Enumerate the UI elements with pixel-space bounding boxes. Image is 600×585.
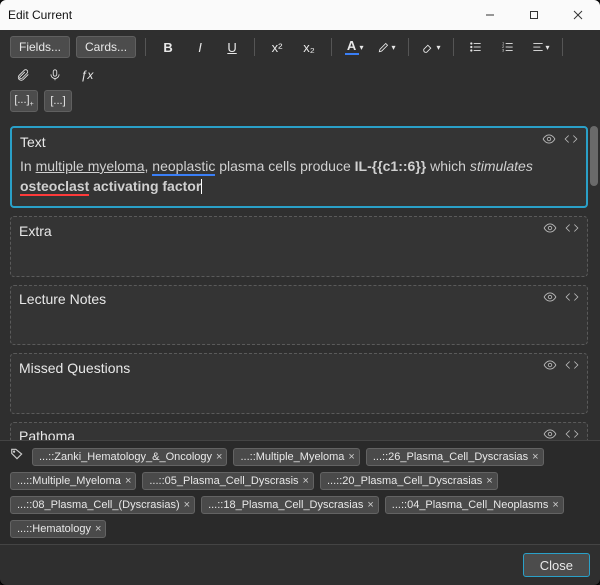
- tag-chip[interactable]: ...::18_Plasma_Cell_Dyscrasias ×: [201, 496, 379, 514]
- tag-text: ...::Multiple_Myeloma: [240, 451, 344, 463]
- tag-text: ...::20_Plasma_Cell_Dyscrasias: [327, 475, 482, 487]
- separator: [254, 38, 255, 56]
- field-label: Lecture Notes: [19, 291, 106, 307]
- tag-text: ...::Multiple_Myeloma: [17, 475, 121, 487]
- edit-current-window: Edit Current Fields... Cards... B I U x²…: [0, 0, 600, 585]
- tag-chip[interactable]: ...::Multiple_Myeloma ×: [10, 472, 136, 490]
- separator: [562, 38, 563, 56]
- field-label: Pathoma: [19, 428, 75, 440]
- tag-chip[interactable]: ...::Zanki_Hematology_&_Oncology ×: [32, 448, 227, 466]
- toggle-html-icon[interactable]: [565, 290, 579, 309]
- tag-remove-icon[interactable]: ×: [532, 451, 538, 463]
- tag-chip[interactable]: ...::05_Plasma_Cell_Dyscrasis ×: [142, 472, 314, 490]
- field-input[interactable]: [11, 242, 587, 276]
- separator: [331, 38, 332, 56]
- field-input[interactable]: [11, 311, 587, 345]
- tag-remove-icon[interactable]: ×: [552, 499, 558, 511]
- field-header: Extra: [11, 217, 587, 242]
- tag-chip[interactable]: ...::04_Plasma_Cell_Neoplasms×: [385, 496, 564, 514]
- tag-remove-icon[interactable]: ×: [348, 451, 354, 463]
- cloze-toolbar: [...]+ [...]: [0, 88, 600, 118]
- cloze-same-button[interactable]: [...]: [44, 90, 72, 112]
- toggle-html-icon[interactable]: [565, 358, 579, 377]
- toggle-visibility-icon[interactable]: [542, 132, 556, 151]
- maximize-button[interactable]: [512, 0, 556, 30]
- tag-text: ...::Zanki_Hematology_&_Oncology: [39, 451, 212, 463]
- equation-button[interactable]: ƒx: [74, 64, 100, 86]
- close-window-button[interactable]: [556, 0, 600, 30]
- toggle-html-icon[interactable]: [565, 427, 579, 440]
- tag-chip[interactable]: ...::Hematology ×: [10, 520, 106, 538]
- field-label: Extra: [19, 223, 52, 239]
- subscript-button[interactable]: x₂: [296, 36, 322, 58]
- field-header: Pathoma: [11, 423, 587, 440]
- tag-text: ...::Hematology: [17, 523, 91, 535]
- unordered-list-button[interactable]: [463, 36, 489, 58]
- separator: [145, 38, 146, 56]
- highlight-button[interactable]: ▾: [373, 36, 399, 58]
- window-controls: [468, 0, 600, 30]
- cloze-new-button[interactable]: [...]+: [10, 90, 38, 112]
- field-input[interactable]: [11, 379, 587, 413]
- bold-button[interactable]: B: [155, 36, 181, 58]
- italic-button[interactable]: I: [187, 36, 213, 58]
- field-missed-questions: Missed Questions: [10, 353, 588, 414]
- tag-text: ...::05_Plasma_Cell_Dyscrasis: [149, 475, 298, 487]
- tag-text: ...::26_Plasma_Cell_Dyscrasias: [373, 451, 528, 463]
- separator: [408, 38, 409, 56]
- tag-text: ...::08_Plasma_Cell_(Dyscrasias): [17, 499, 180, 511]
- attach-button[interactable]: [10, 64, 36, 86]
- field-header: Text: [12, 128, 586, 153]
- superscript-button[interactable]: x²: [264, 36, 290, 58]
- window-title: Edit Current: [8, 8, 468, 22]
- tag-remove-icon[interactable]: ×: [125, 475, 131, 487]
- fields-button[interactable]: Fields...: [10, 36, 70, 58]
- separator: [453, 38, 454, 56]
- tag-text: ...::18_Plasma_Cell_Dyscrasias: [208, 499, 363, 511]
- field-label: Text: [20, 134, 46, 150]
- fields-container: Text In multiple myeloma, neoplastic plas…: [0, 118, 600, 440]
- toggle-visibility-icon[interactable]: [543, 221, 557, 240]
- toggle-visibility-icon[interactable]: [543, 427, 557, 440]
- field-label: Missed Questions: [19, 360, 130, 376]
- tag-chip[interactable]: ...::Multiple_Myeloma ×: [233, 448, 359, 466]
- tag-remove-icon[interactable]: ×: [486, 475, 492, 487]
- field-input[interactable]: In multiple myeloma, neoplastic plasma c…: [12, 153, 586, 206]
- tag-remove-icon[interactable]: ×: [367, 499, 373, 511]
- tag-text: ...::04_Plasma_Cell_Neoplasms: [392, 499, 549, 511]
- field-pathoma: Pathoma: [10, 422, 588, 440]
- alignment-button[interactable]: ▾: [527, 36, 553, 58]
- field-header: Missed Questions: [11, 354, 587, 379]
- tag-icon: [10, 447, 24, 466]
- editor-toolbar: Fields... Cards... B I U x² x₂ A ▾ ▾ ▾: [0, 30, 600, 88]
- tag-remove-icon[interactable]: ×: [95, 523, 101, 535]
- cards-button[interactable]: Cards...: [76, 36, 136, 58]
- svg-text:3: 3: [502, 49, 504, 53]
- tag-remove-icon[interactable]: ×: [303, 475, 309, 487]
- tag-remove-icon[interactable]: ×: [216, 451, 222, 463]
- close-button[interactable]: Close: [523, 553, 590, 577]
- toggle-visibility-icon[interactable]: [543, 358, 557, 377]
- toggle-html-icon[interactable]: [564, 132, 578, 151]
- text-color-button[interactable]: A ▾: [341, 36, 367, 58]
- toggle-html-icon[interactable]: [565, 221, 579, 240]
- tag-chip[interactable]: ...::20_Plasma_Cell_Dyscrasias ×: [320, 472, 498, 490]
- ordered-list-button[interactable]: 123: [495, 36, 521, 58]
- minimize-button[interactable]: [468, 0, 512, 30]
- underline-button[interactable]: U: [219, 36, 245, 58]
- tag-strip[interactable]: ...::Zanki_Hematology_&_Oncology×...::Mu…: [0, 440, 600, 544]
- tag-remove-icon[interactable]: ×: [184, 499, 190, 511]
- titlebar: Edit Current: [0, 0, 600, 30]
- tag-chip[interactable]: ...::08_Plasma_Cell_(Dyscrasias) ×: [10, 496, 195, 514]
- toggle-visibility-icon[interactable]: [543, 290, 557, 309]
- record-audio-button[interactable]: [42, 64, 68, 86]
- eraser-button[interactable]: ▾: [418, 36, 444, 58]
- dialog-footer: Close: [0, 544, 600, 585]
- field-header: Lecture Notes: [11, 286, 587, 311]
- tag-chip[interactable]: ...::26_Plasma_Cell_Dyscrasias ×: [366, 448, 544, 466]
- scrollbar-thumb[interactable]: [590, 126, 598, 186]
- field-text: Text In multiple myeloma, neoplastic plas…: [10, 126, 588, 208]
- field-lecture-notes: Lecture Notes: [10, 285, 588, 346]
- field-extra: Extra: [10, 216, 588, 277]
